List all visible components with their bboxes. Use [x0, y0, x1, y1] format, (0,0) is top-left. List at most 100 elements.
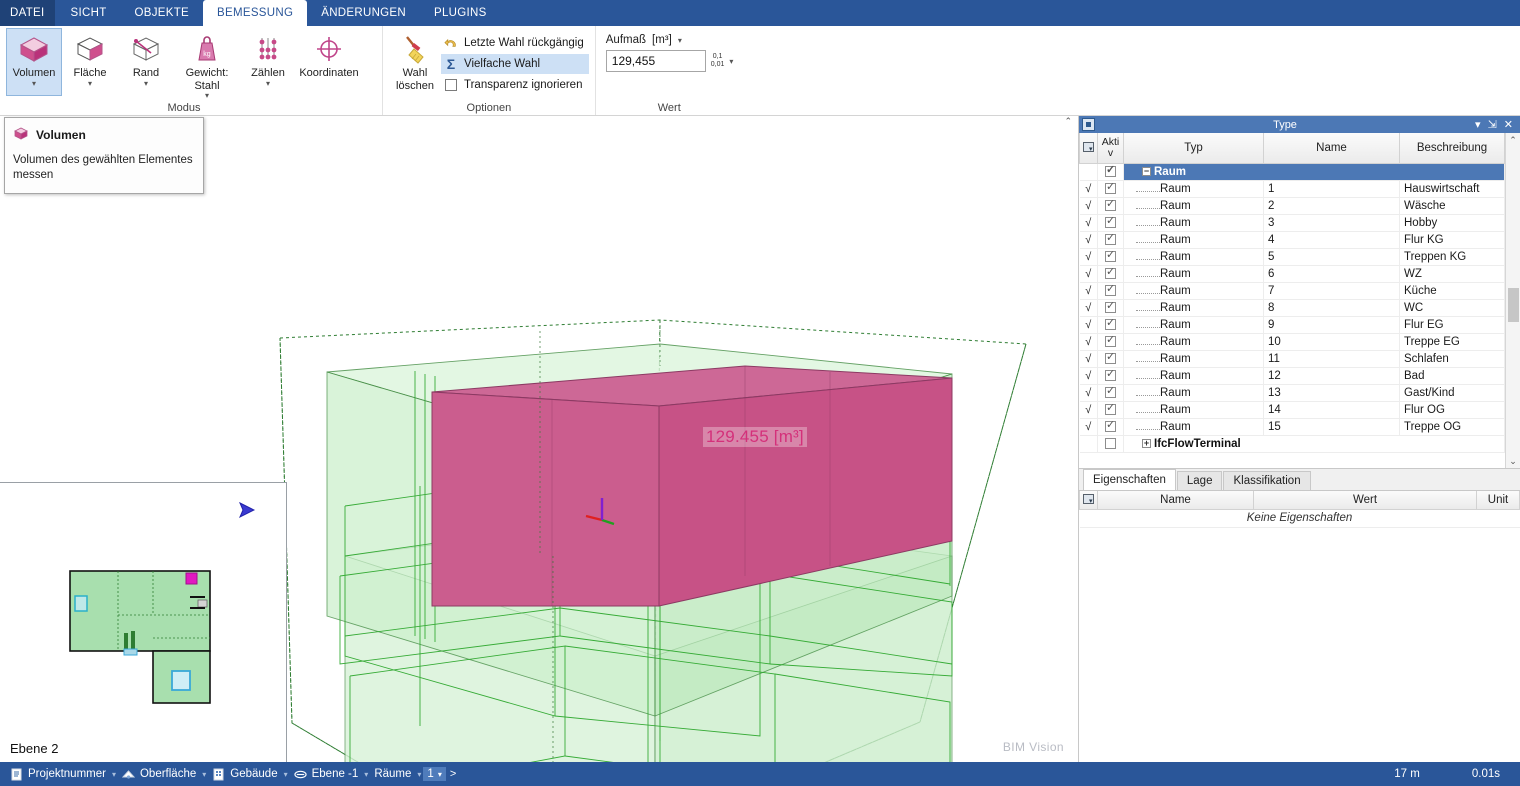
table-row[interactable]: √ Raum 2 Wäsche [1079, 197, 1505, 215]
table-row[interactable]: √ Raum 10 Treppe EG [1079, 333, 1505, 351]
table-group-row-raum[interactable]: − Raum [1079, 163, 1505, 181]
mode-button-koordinaten[interactable]: Koordinaten [296, 28, 362, 96]
row-select-cell[interactable]: √ [1079, 333, 1098, 351]
row-select-cell[interactable]: √ [1079, 384, 1098, 402]
option-transparenz-ignorieren[interactable]: Transparenz ignorieren [441, 75, 589, 95]
row-active-cell[interactable] [1097, 367, 1124, 385]
expander-icon[interactable]: + [1142, 439, 1151, 449]
chevron-down-icon[interactable]: ▾ [32, 79, 36, 87]
row-select-cell[interactable]: √ [1079, 350, 1098, 368]
unit-dropdown-chevron-icon[interactable]: ▾ [678, 36, 682, 45]
breadcrumb-gebaeude[interactable]: Gebäude [208, 768, 281, 781]
table-row[interactable]: √ Raum 15 Treppe OG [1079, 418, 1505, 436]
row-active-cell[interactable] [1097, 350, 1124, 368]
row-active-cell[interactable] [1097, 197, 1124, 215]
row-select-cell[interactable]: √ [1079, 180, 1098, 198]
measurement-value-input[interactable] [605, 50, 706, 72]
tab-sicht[interactable]: SICHT [57, 0, 121, 26]
chevron-down-icon[interactable]: ▾ [438, 770, 442, 779]
tab-plugins[interactable]: PLUGINS [420, 0, 501, 26]
breadcrumb-raeume[interactable]: Räume [370, 768, 415, 780]
miniplan-panel[interactable]: Ebene 2 [0, 482, 287, 762]
table-row[interactable]: √ Raum 9 Flur EG [1079, 316, 1505, 334]
column-header-typ[interactable]: Typ [1123, 133, 1264, 164]
properties-column-chooser[interactable] [1079, 491, 1098, 510]
table-row[interactable]: √ Raum 6 WZ [1079, 265, 1505, 283]
mode-button-flaeche[interactable]: Fläche ▾ [62, 28, 118, 96]
group2-label-cell[interactable]: + IfcFlowTerminal [1123, 435, 1505, 453]
column-chooser-icon[interactable] [1083, 141, 1094, 153]
viewport-container[interactable]: ⌃ 129.455 [m³] BIM Vision Ebene 2 [0, 116, 1078, 762]
scrollbar-thumb[interactable] [1508, 288, 1519, 323]
clear-selection-button[interactable]: Wahl löschen [389, 28, 441, 96]
table-row[interactable]: √ Raum 8 WC [1079, 299, 1505, 317]
panel-dropdown-icon[interactable]: ▾ [1475, 118, 1481, 131]
properties-column-wert[interactable]: Wert [1253, 491, 1477, 510]
checkbox-icon[interactable] [443, 77, 459, 93]
table-row[interactable]: √ Raum 13 Gast/Kind [1079, 384, 1505, 402]
chevron-down-icon[interactable]: ▾ [266, 79, 270, 87]
column-chooser-icon[interactable] [1083, 493, 1094, 505]
mode-button-gewicht-stahl[interactable]: kg Gewicht: Stahl ▾ [174, 28, 240, 100]
table-row[interactable]: √ Raum 12 Bad [1079, 367, 1505, 385]
row-select-cell[interactable]: √ [1079, 299, 1098, 317]
group-label-cell[interactable]: − Raum [1123, 163, 1505, 181]
page-number-selector[interactable]: 1 ▾ [423, 767, 446, 781]
option-letzte-wahl-rueckgaengig[interactable]: Letzte Wahl rückgängig [441, 33, 589, 53]
column-header-aktiv[interactable]: Akti v [1097, 133, 1124, 164]
row-select-cell[interactable]: √ [1079, 367, 1098, 385]
properties-column-unit[interactable]: Unit [1476, 491, 1520, 510]
tab-objekte[interactable]: OBJEKTE [121, 0, 204, 26]
column-header-beschreibung[interactable]: Beschreibung [1399, 133, 1505, 164]
scroll-up-icon[interactable]: ⌃ [1509, 133, 1517, 147]
precision-dropdown-chevron-icon[interactable]: ▾ [729, 57, 733, 66]
table-row[interactable]: √ Raum 14 Flur OG [1079, 401, 1505, 419]
row-active-cell[interactable] [1097, 180, 1124, 198]
row-active-cell[interactable] [1097, 316, 1124, 334]
row-select-cell[interactable]: √ [1079, 316, 1098, 334]
table-row[interactable]: √ Raum 11 Schlafen [1079, 350, 1505, 368]
mode-button-rand[interactable]: Rand ▾ [118, 28, 174, 96]
type-grid-scroll[interactable]: Aktiv Typ Name Beschreibung [1079, 133, 1505, 468]
mode-button-volumen[interactable]: Volumen ▾ [6, 28, 62, 96]
panel-menu-icon[interactable] [1082, 118, 1095, 132]
row-active-cell[interactable] [1097, 299, 1124, 317]
scroll-down-icon[interactable]: ⌄ [1509, 454, 1517, 468]
next-page-arrow[interactable]: > [446, 768, 456, 780]
panel-close-icon[interactable]: ✕ [1504, 118, 1513, 131]
chevron-down-icon[interactable]: ▾ [144, 79, 148, 87]
breadcrumb-oberflaeche[interactable]: Oberfläche [118, 768, 200, 781]
table-row[interactable]: √ Raum 7 Küche [1079, 282, 1505, 300]
panel-dock-icon[interactable]: ⇲ [1488, 118, 1497, 131]
row-active-cell[interactable] [1097, 384, 1124, 402]
row-select-cell[interactable]: √ [1079, 214, 1098, 232]
table-row[interactable]: √ Raum 3 Hobby [1079, 214, 1505, 232]
mode-button-zaehlen[interactable]: Zählen ▾ [240, 28, 296, 96]
table-row[interactable]: √ Raum 4 Flur KG [1079, 231, 1505, 249]
tab-datei[interactable]: DATEI [0, 0, 55, 26]
row-select-cell[interactable]: √ [1079, 248, 1098, 266]
row-select-cell[interactable]: √ [1079, 197, 1098, 215]
row-active-cell[interactable] [1097, 248, 1124, 266]
chevron-down-icon[interactable]: ▾ [88, 79, 92, 87]
row-select-cell[interactable]: √ [1079, 231, 1098, 249]
row-select-cell[interactable]: √ [1079, 265, 1098, 283]
expander-icon[interactable]: − [1142, 167, 1151, 177]
column-header-select[interactable] [1079, 133, 1098, 164]
row-active-cell[interactable] [1097, 282, 1124, 300]
row-select-cell[interactable]: √ [1079, 418, 1098, 436]
row-active-cell[interactable] [1097, 418, 1124, 436]
row-active-cell[interactable] [1097, 231, 1124, 249]
tab-eigenschaften[interactable]: Eigenschaften [1083, 469, 1176, 491]
row-select-cell[interactable]: √ [1079, 282, 1098, 300]
group2-select-cell[interactable] [1079, 435, 1098, 453]
option-vielfache-wahl[interactable]: Σ Vielfache Wahl [441, 54, 589, 74]
group2-active-cell[interactable] [1097, 435, 1124, 453]
group-select-cell[interactable] [1079, 163, 1098, 181]
column-header-name[interactable]: Name [1263, 133, 1400, 164]
properties-column-name[interactable]: Name [1097, 491, 1254, 510]
row-active-cell[interactable] [1097, 333, 1124, 351]
chevron-down-icon[interactable]: ▾ [205, 92, 209, 100]
tab-lage[interactable]: Lage [1176, 471, 1223, 491]
row-active-cell[interactable] [1097, 401, 1124, 419]
